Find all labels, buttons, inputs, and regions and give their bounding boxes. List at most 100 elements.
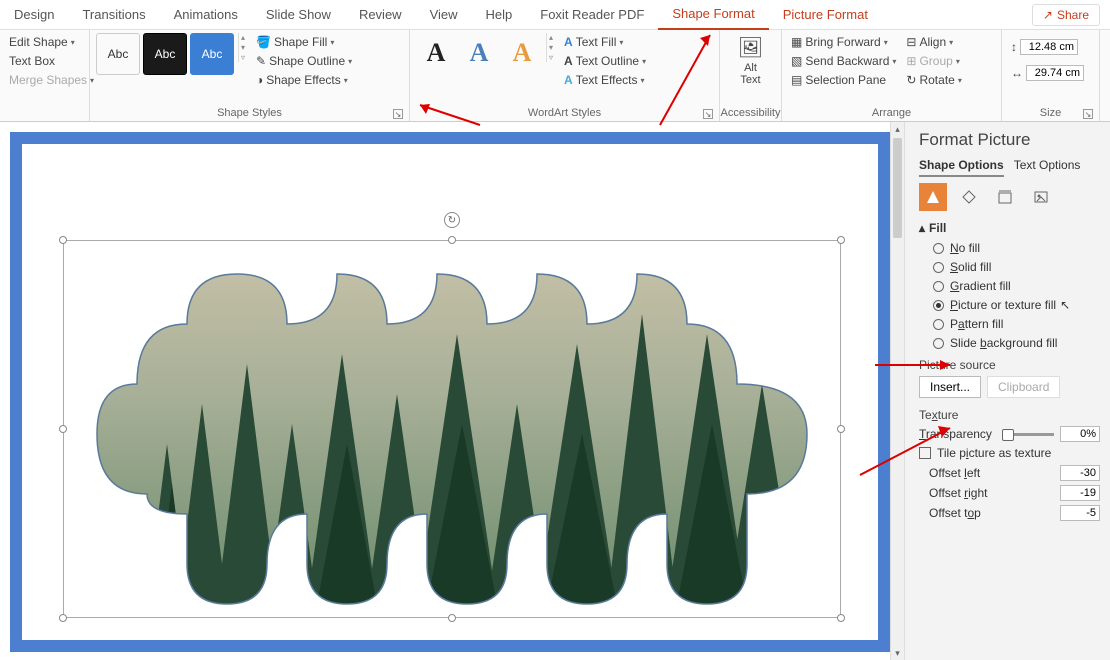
shape-fill-button[interactable]: 🪣Shape Fill▾ [253, 33, 355, 51]
width-input[interactable] [1026, 65, 1084, 81]
offset-top-input[interactable] [1060, 505, 1100, 521]
slide-area[interactable]: ↻ [0, 122, 890, 660]
style-swatch-1[interactable]: Abc [96, 33, 140, 75]
height-input[interactable] [1020, 39, 1078, 55]
style-swatch-2[interactable]: Abc [143, 33, 187, 75]
bring-forward-button[interactable]: ▦Bring Forward▾ [788, 33, 899, 51]
selected-shape[interactable]: ↻ [67, 244, 837, 614]
shape-options-tab[interactable]: Shape Options [919, 158, 1004, 177]
tab-animations[interactable]: Animations [160, 0, 252, 30]
text-box-button[interactable]: Text Box [6, 52, 58, 70]
collapse-icon: ▴ [919, 221, 925, 235]
picture-pane-icon[interactable] [1027, 183, 1055, 211]
height-field[interactable]: ↕ [1008, 37, 1081, 57]
tile-checkbox[interactable]: Tile picture as texture [919, 446, 1100, 460]
text-options-tab[interactable]: Text Options [1014, 158, 1081, 177]
wordart-gallery[interactable]: A A A [416, 33, 542, 73]
offset-top-row: Offset top [919, 505, 1100, 521]
wa-more[interactable]: ▿ [549, 53, 553, 62]
handle-ml[interactable] [59, 425, 67, 433]
gallery-down[interactable]: ▾ [241, 43, 245, 52]
wa-down[interactable]: ▾ [549, 43, 553, 52]
handle-bl[interactable] [59, 614, 67, 622]
selection-pane-button[interactable]: ▤Selection Pane [788, 71, 899, 89]
gradient-fill-radio[interactable]: Gradient fill [933, 279, 1100, 293]
edit-shape-button[interactable]: Edit Shape▾ [6, 33, 78, 51]
pattern-fill-radio[interactable]: Pattern fill [933, 317, 1100, 331]
wa-up[interactable]: ▴ [549, 33, 553, 42]
scroll-up[interactable]: ▴ [891, 122, 904, 136]
shape-fill-label: Shape Fill [274, 35, 327, 49]
wordart-1[interactable]: A [416, 33, 456, 73]
group-label-shape-styles: Shape Styles↘ [96, 107, 403, 119]
ribbon-tabs: Design Transitions Animations Slide Show… [0, 0, 1110, 30]
share-button[interactable]: ↗ Share [1032, 4, 1100, 26]
shape-effects-button[interactable]: ◑Shape Effects▾ [253, 71, 355, 89]
wordart-2[interactable]: A [459, 33, 499, 73]
shape-style-gallery[interactable]: Abc Abc Abc [96, 33, 234, 75]
solid-fill-radio[interactable]: Solid fill [933, 260, 1100, 274]
wordart-3[interactable]: A [502, 33, 542, 73]
text-effects-label: Text Effects [576, 73, 638, 87]
size-pane-icon[interactable] [991, 183, 1019, 211]
tab-help[interactable]: Help [472, 0, 527, 30]
size-launcher[interactable]: ↘ [1083, 109, 1093, 119]
tab-design[interactable]: Design [0, 0, 68, 30]
style-swatch-3[interactable]: Abc [190, 33, 234, 75]
tab-transitions[interactable]: Transitions [68, 0, 159, 30]
tab-shape-format[interactable]: Shape Format [658, 0, 768, 30]
text-outline-button[interactable]: AText Outline▾ [561, 52, 649, 70]
width-icon: ↔ [1011, 66, 1023, 80]
fill-section-label: Fill [929, 221, 946, 235]
fill-line-icon[interactable] [919, 183, 947, 211]
shape-outline-button[interactable]: ✎Shape Outline▾ [253, 52, 355, 70]
align-button[interactable]: ⊟Align▾ [903, 33, 964, 51]
shape-styles-launcher[interactable]: ↘ [393, 109, 403, 119]
rotate-handle[interactable]: ↻ [444, 212, 460, 228]
handle-br[interactable] [837, 614, 845, 622]
width-field[interactable]: ↔ [1008, 63, 1087, 83]
send-backward-button[interactable]: ▧Send Backward▾ [788, 52, 899, 70]
scroll-down[interactable]: ▾ [891, 646, 904, 660]
tab-foxit[interactable]: Foxit Reader PDF [526, 0, 658, 30]
slide-canvas[interactable]: ↻ [10, 132, 890, 652]
gallery-up[interactable]: ▴ [241, 33, 245, 42]
fill-options: No fill Solid fill Gradient fill Picture… [933, 241, 1100, 350]
offset-left-input[interactable] [1060, 465, 1100, 481]
effects-pane-icon[interactable] [955, 183, 983, 211]
merge-shapes-button: Merge Shapes▾ [6, 71, 97, 89]
tab-picture-format[interactable]: Picture Format [769, 0, 882, 30]
slide-bg-fill-radio[interactable]: Slide background fill [933, 336, 1100, 350]
wordart-launcher[interactable]: ↘ [703, 109, 713, 119]
text-fill-button[interactable]: AText Fill▾ [561, 33, 649, 51]
text-fill-label: Text Fill [576, 35, 617, 49]
handle-tr[interactable] [837, 236, 845, 244]
handle-tl[interactable] [59, 236, 67, 244]
handle-tm[interactable] [448, 236, 456, 244]
group-wordart: A A A ▴ ▾ ▿ AText Fill▾ AText Outline▾ A… [410, 30, 720, 121]
handle-mr[interactable] [837, 425, 845, 433]
alt-text-button[interactable]: 🖼 AltText [732, 33, 769, 88]
picture-fill-radio[interactable]: Picture or texture fill↖ [933, 298, 1100, 312]
transparency-input[interactable] [1060, 426, 1100, 442]
text-outline-label: Text Outline [576, 54, 639, 68]
fill-section-toggle[interactable]: ▴ Fill [919, 221, 1100, 235]
gallery-more[interactable]: ▿ [241, 53, 245, 62]
rotate-button[interactable]: ↻Rotate▾ [903, 71, 964, 89]
offset-right-input[interactable] [1060, 485, 1100, 501]
vertical-scrollbar[interactable]: ▴ ▾ [890, 122, 904, 660]
scroll-thumb[interactable] [893, 138, 902, 238]
bring-forward-icon: ▦ [791, 35, 802, 49]
no-fill-radio[interactable]: No fill [933, 241, 1100, 255]
tab-slideshow[interactable]: Slide Show [252, 0, 345, 30]
cursor-icon: ↖ [1060, 298, 1070, 312]
insert-picture-button[interactable]: Insert... [919, 376, 981, 398]
edit-shape-label: Edit Shape [9, 35, 68, 49]
text-effects-button[interactable]: AText Effects▾ [561, 71, 649, 89]
handle-bm[interactable] [448, 614, 456, 622]
transparency-slider[interactable] [1002, 433, 1054, 436]
tab-view[interactable]: View [416, 0, 472, 30]
share-icon: ↗ [1043, 8, 1053, 22]
tab-review[interactable]: Review [345, 0, 416, 30]
group-label-insert [6, 107, 83, 119]
